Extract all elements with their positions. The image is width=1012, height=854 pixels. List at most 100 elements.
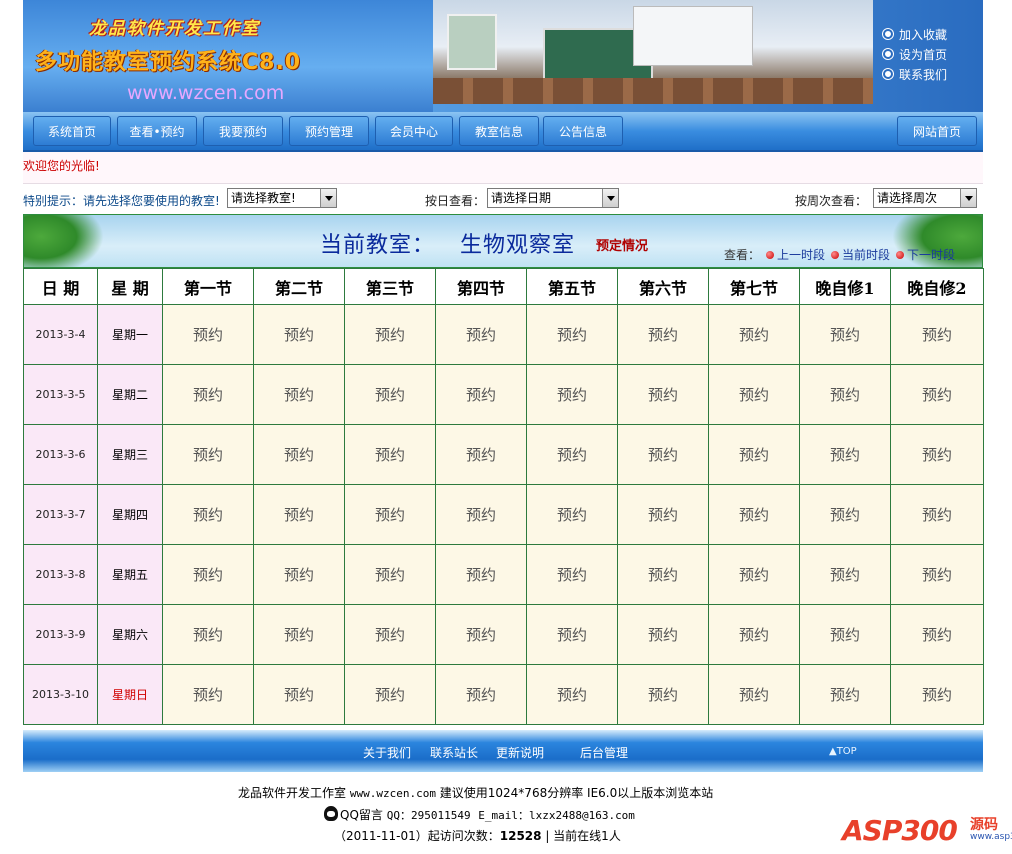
day-view-label: 按日查看： bbox=[425, 194, 486, 208]
reserve-slot-button[interactable]: 预约 bbox=[435, 604, 527, 665]
reserve-slot-button[interactable]: 预约 bbox=[162, 484, 254, 545]
reserve-slot-button[interactable]: 预约 bbox=[890, 664, 984, 725]
reserve-slot-button[interactable]: 预约 bbox=[435, 424, 527, 485]
reserve-slot-button[interactable]: 预约 bbox=[253, 484, 345, 545]
reserve-slot-button[interactable]: 预约 bbox=[253, 544, 345, 605]
reserve-slot-button[interactable]: 预约 bbox=[526, 424, 618, 485]
reserve-slot-button[interactable]: 预约 bbox=[253, 604, 345, 665]
reserve-slot-button[interactable]: 预约 bbox=[162, 364, 254, 425]
current-period-link[interactable]: 当前时段 bbox=[831, 246, 890, 263]
nav-member-center[interactable]: 会员中心 bbox=[375, 116, 453, 146]
nav-announcements[interactable]: 公告信息 bbox=[543, 116, 623, 146]
reserve-slot-button[interactable]: 预约 bbox=[344, 664, 436, 725]
reserve-slot-button[interactable]: 预约 bbox=[617, 664, 709, 725]
period-navigation: 查看： 上一时段 当前时段 下一时段 bbox=[724, 246, 955, 263]
reserve-slot-button[interactable]: 预约 bbox=[526, 484, 618, 545]
reserve-slot-button[interactable]: 预约 bbox=[890, 304, 984, 365]
reserve-slot-button[interactable]: 预约 bbox=[344, 484, 436, 545]
chevron-down-icon bbox=[602, 189, 618, 207]
reserve-slot-button[interactable]: 预约 bbox=[162, 424, 254, 485]
reserve-slot-button[interactable]: 预约 bbox=[253, 424, 345, 485]
reserve-slot-button[interactable]: 预约 bbox=[708, 484, 800, 545]
reserve-slot-button[interactable]: 预约 bbox=[799, 664, 891, 725]
nav-website-home[interactable]: 网站首页 bbox=[897, 116, 977, 146]
reserve-slot-button[interactable]: 预约 bbox=[890, 424, 984, 485]
column-header: 第五节 bbox=[526, 268, 618, 305]
reserve-slot-button[interactable]: 预约 bbox=[526, 604, 618, 665]
reserve-slot-button[interactable]: 预约 bbox=[708, 664, 800, 725]
reserve-slot-button[interactable]: 预约 bbox=[890, 484, 984, 545]
reserve-slot-button[interactable]: 预约 bbox=[799, 364, 891, 425]
reserve-slot-button[interactable]: 预约 bbox=[617, 364, 709, 425]
studio-name: 龙品软件开发工作室 bbox=[89, 19, 260, 39]
week-view-label: 按周次查看： bbox=[795, 194, 868, 208]
reserve-slot-button[interactable]: 预约 bbox=[799, 424, 891, 485]
circle-arrow-icon bbox=[883, 49, 893, 59]
reserve-slot-button[interactable]: 预约 bbox=[799, 484, 891, 545]
nav-reservation-management[interactable]: 预约管理 bbox=[289, 116, 369, 146]
qq-penguin-icon[interactable] bbox=[324, 806, 338, 821]
bullet-icon bbox=[766, 250, 775, 259]
reserve-slot-button[interactable]: 预约 bbox=[435, 304, 527, 365]
reserve-slot-button[interactable]: 预约 bbox=[162, 304, 254, 365]
column-header: 第七节 bbox=[708, 268, 800, 305]
reserve-slot-button[interactable]: 预约 bbox=[617, 604, 709, 665]
reserve-slot-button[interactable]: 预约 bbox=[799, 304, 891, 365]
reserve-slot-button[interactable]: 预约 bbox=[617, 544, 709, 605]
nav-view-reserve[interactable]: 查看•预约 bbox=[117, 116, 197, 146]
reserve-slot-button[interactable]: 预约 bbox=[435, 484, 527, 545]
previous-period-link[interactable]: 上一时段 bbox=[766, 246, 825, 263]
footer-about-link[interactable]: 关于我们 bbox=[363, 744, 411, 761]
copyright-site[interactable]: www.wzcen.com bbox=[350, 787, 436, 800]
footer-changelog-link[interactable]: 更新说明 bbox=[496, 744, 544, 761]
set-homepage-link[interactable]: 设为首页 bbox=[883, 44, 947, 64]
reserve-slot-button[interactable]: 预约 bbox=[526, 364, 618, 425]
add-favorite-link[interactable]: 加入收藏 bbox=[883, 24, 947, 44]
reserve-slot-button[interactable]: 预约 bbox=[617, 484, 709, 545]
reserve-slot-button[interactable]: 预约 bbox=[890, 364, 984, 425]
reserve-slot-button[interactable]: 预约 bbox=[162, 664, 254, 725]
reserve-slot-button[interactable]: 预约 bbox=[344, 304, 436, 365]
nav-make-reservation[interactable]: 我要预约 bbox=[203, 116, 283, 146]
back-to-top-link[interactable]: ▲TOP bbox=[829, 746, 857, 757]
contact-us-link[interactable]: 联系我们 bbox=[883, 64, 947, 84]
reserve-slot-button[interactable]: 预约 bbox=[526, 304, 618, 365]
reserve-slot-button[interactable]: 预约 bbox=[344, 424, 436, 485]
table-body: 2013-3-4 星期一 预约 预约 预约 预约 预约 预约 预约 预约 预约 2013-3-5 星期二… bbox=[23, 304, 984, 725]
reserve-slot-button[interactable]: 预约 bbox=[162, 544, 254, 605]
reserve-slot-button[interactable]: 预约 bbox=[708, 424, 800, 485]
reserve-slot-button[interactable]: 预约 bbox=[435, 544, 527, 605]
reserve-slot-button[interactable]: 预约 bbox=[617, 424, 709, 485]
reserve-slot-button[interactable]: 预约 bbox=[708, 544, 800, 605]
date-cell: 2013-3-9 bbox=[23, 604, 98, 665]
reserve-slot-button[interactable]: 预约 bbox=[162, 604, 254, 665]
footer-contact-link[interactable]: 联系站长 bbox=[430, 744, 478, 761]
qq-message-link[interactable]: QQ留言 bbox=[340, 808, 383, 822]
reserve-slot-button[interactable]: 预约 bbox=[435, 664, 527, 725]
reserve-slot-button[interactable]: 预约 bbox=[708, 604, 800, 665]
reserve-slot-button[interactable]: 预约 bbox=[253, 364, 345, 425]
reserve-slot-button[interactable]: 预约 bbox=[435, 364, 527, 425]
reserve-slot-button[interactable]: 预约 bbox=[526, 664, 618, 725]
reserve-slot-button[interactable]: 预约 bbox=[890, 604, 984, 665]
reserve-slot-button[interactable]: 预约 bbox=[344, 604, 436, 665]
reserve-slot-button[interactable]: 预约 bbox=[253, 304, 345, 365]
classroom-select[interactable]: 请选择教室! bbox=[227, 188, 337, 208]
reserve-slot-button[interactable]: 预约 bbox=[344, 544, 436, 605]
reserve-slot-button[interactable]: 预约 bbox=[708, 364, 800, 425]
reserve-slot-button[interactable]: 预约 bbox=[799, 604, 891, 665]
reserve-slot-button[interactable]: 预约 bbox=[617, 304, 709, 365]
reserve-slot-button[interactable]: 预约 bbox=[344, 364, 436, 425]
reserve-slot-button[interactable]: 预约 bbox=[253, 664, 345, 725]
footer-admin-link[interactable]: 后台管理 bbox=[580, 744, 628, 761]
reserve-slot-button[interactable]: 预约 bbox=[708, 304, 800, 365]
nav-classroom-info[interactable]: 教室信息 bbox=[459, 116, 539, 146]
nav-home[interactable]: 系统首页 bbox=[33, 116, 111, 146]
reserve-slot-button[interactable]: 预约 bbox=[799, 544, 891, 605]
reserve-slot-button[interactable]: 预约 bbox=[526, 544, 618, 605]
reserve-slot-button[interactable]: 预约 bbox=[890, 544, 984, 605]
week-select[interactable]: 请选择周次 bbox=[873, 188, 977, 208]
next-period-link[interactable]: 下一时段 bbox=[896, 246, 955, 263]
column-header: 第二节 bbox=[253, 268, 345, 305]
date-select[interactable]: 请选择日期 bbox=[487, 188, 619, 208]
